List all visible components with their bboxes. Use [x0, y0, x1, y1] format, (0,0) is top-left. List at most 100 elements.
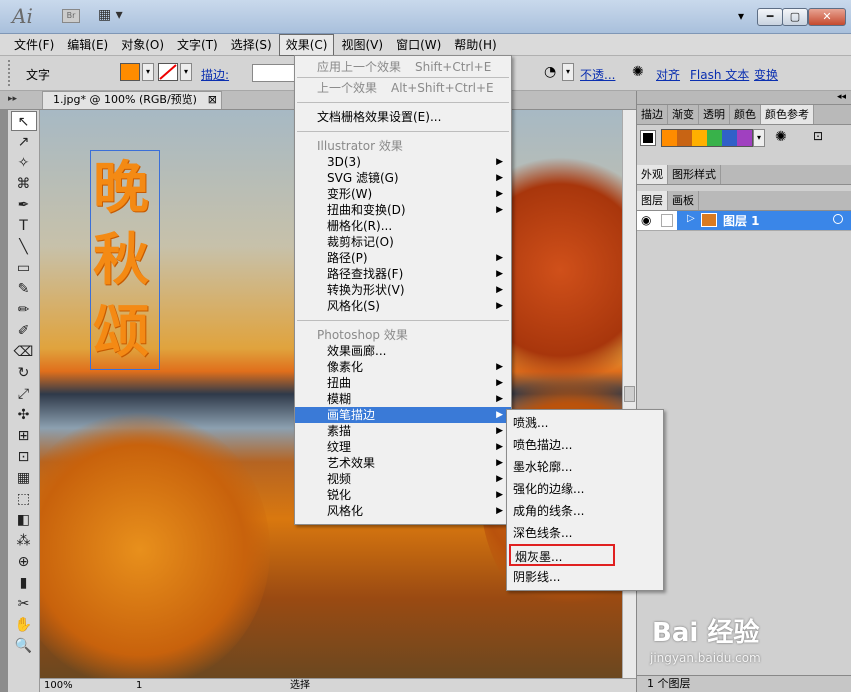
brush-submenu-item-6[interactable]: 烟灰墨...: [509, 544, 615, 566]
brush-submenu-item-1[interactable]: 喷色描边...: [507, 434, 663, 456]
brush-submenu-item-7[interactable]: 阴影线...: [507, 566, 663, 588]
expand-arrow-icon[interactable]: ▷: [687, 213, 695, 224]
menu-photoshop-effect-8[interactable]: 视频 ▶: [295, 471, 511, 487]
save-group-icon[interactable]: ⊡: [813, 129, 823, 143]
close-tab-icon[interactable]: ⊠: [208, 92, 217, 108]
tool-button-9[interactable]: ✏: [11, 300, 37, 320]
vertical-scrollbar[interactable]: [622, 110, 636, 678]
workspace-dropdown-icon[interactable]: ▾: [738, 9, 744, 23]
tool-button-10[interactable]: ✐: [11, 321, 37, 341]
tool-button-6[interactable]: ╲: [11, 237, 37, 257]
brush-submenu-item-3[interactable]: 强化的边缘...: [507, 478, 663, 500]
color-guide-swatch-2[interactable]: [692, 130, 707, 146]
menu-photoshop-effect-5[interactable]: 素描 ▶: [295, 423, 511, 439]
tool-button-4[interactable]: ✒: [11, 195, 37, 215]
scroll-thumb[interactable]: [624, 386, 635, 402]
stroke-label[interactable]: 描边:: [201, 66, 229, 83]
base-color-swatch[interactable]: [640, 130, 656, 146]
tool-button-11[interactable]: ⌫: [11, 342, 37, 362]
tab-transparency[interactable]: 透明: [699, 105, 730, 124]
bridge-button[interactable]: Br: [62, 9, 80, 23]
tool-button-7[interactable]: ▭: [11, 258, 37, 278]
stroke-weight-input[interactable]: [252, 64, 296, 82]
color-guide-swatch-4[interactable]: [722, 130, 737, 146]
color-guide-strip[interactable]: [661, 129, 753, 147]
brush-submenu-item-0[interactable]: 喷溅...: [507, 412, 663, 434]
tab-layers[interactable]: 图层: [637, 191, 668, 210]
visibility-eye-icon[interactable]: ◉: [641, 213, 651, 227]
tool-button-8[interactable]: ✎: [11, 279, 37, 299]
menu-illustrator-effect-8[interactable]: 转换为形状(V) ▶: [295, 282, 511, 298]
fill-swatch[interactable]: [120, 63, 140, 81]
brush-submenu-item-5[interactable]: 深色线条...: [507, 522, 663, 544]
flash-text-link[interactable]: Flash 文本: [690, 66, 749, 83]
restore-button[interactable]: ▢: [782, 8, 808, 26]
tool-button-12[interactable]: ↻: [11, 363, 37, 383]
tab-color[interactable]: 颜色: [730, 105, 761, 124]
menu-effect[interactable]: 效果(C): [278, 33, 335, 56]
workspace-switcher-icon[interactable]: ▦ ▾: [98, 8, 128, 24]
style-icon[interactable]: ◔: [544, 64, 556, 80]
menu-photoshop-effect-2[interactable]: 扭曲 ▶: [295, 375, 511, 391]
tool-button-13[interactable]: ⤢: [11, 384, 37, 404]
tool-button-16[interactable]: ⊡: [11, 447, 37, 467]
tool-button-19[interactable]: ◧: [11, 510, 37, 530]
tool-button-22[interactable]: ▮: [11, 573, 37, 593]
tool-button-20[interactable]: ⁂: [11, 531, 37, 551]
tab-gradient[interactable]: 渐变: [668, 105, 699, 124]
menu-illustrator-effect-3[interactable]: 扭曲和变换(D) ▶: [295, 202, 511, 218]
layer-name[interactable]: 图层 1: [723, 212, 760, 229]
menu-select[interactable]: 选择(S): [225, 35, 278, 55]
tool-button-24[interactable]: ✋: [11, 615, 37, 635]
tab-artboards[interactable]: 画板: [668, 191, 699, 210]
tab-color-guide[interactable]: 颜色参考: [761, 105, 814, 124]
tool-button-23[interactable]: ✂: [11, 594, 37, 614]
opacity-label[interactable]: 不透...: [580, 66, 615, 83]
collapse-panel-icon[interactable]: ▸▸: [8, 94, 17, 104]
tool-button-15[interactable]: ⊞: [11, 426, 37, 446]
text-selection-box[interactable]: 晚 秋 颂: [90, 150, 160, 370]
recolor-icon[interactable]: ✺: [632, 64, 644, 80]
menu-photoshop-effect-3[interactable]: 模糊 ▶: [295, 391, 511, 407]
menu-illustrator-effect-9[interactable]: 风格化(S) ▶: [295, 298, 511, 314]
brush-submenu-item-2[interactable]: 墨水轮廓...: [507, 456, 663, 478]
edit-colors-icon[interactable]: ✺: [775, 129, 787, 145]
close-button[interactable]: ✕: [808, 8, 846, 26]
tab-appearance[interactable]: 外观: [637, 165, 668, 184]
color-guide-swatch-3[interactable]: [707, 130, 722, 146]
tool-button-14[interactable]: ✣: [11, 405, 37, 425]
menu-help[interactable]: 帮助(H): [448, 35, 502, 55]
menu-window[interactable]: 窗口(W): [390, 35, 447, 55]
tool-button-5[interactable]: T: [11, 216, 37, 236]
menu-illustrator-effect-6[interactable]: 路径(P) ▶: [295, 250, 511, 266]
menu-view[interactable]: 视图(V): [335, 35, 389, 55]
menu-illustrator-effect-0[interactable]: 3D(3) ▶: [295, 154, 511, 170]
tool-button-3[interactable]: ⌘: [11, 174, 37, 194]
menu-photoshop-effect-0[interactable]: 效果画廊...: [295, 343, 511, 359]
menu-edit[interactable]: 编辑(E): [61, 35, 114, 55]
tool-button-18[interactable]: ⬚: [11, 489, 37, 509]
transform-link[interactable]: 变换: [754, 66, 778, 83]
tool-button-21[interactable]: ⊕: [11, 552, 37, 572]
menu-file[interactable]: 文件(F): [8, 35, 60, 55]
tool-button-17[interactable]: ▦: [11, 468, 37, 488]
tool-button-0[interactable]: ↖: [10, 111, 37, 131]
menu-object[interactable]: 对象(O): [115, 35, 170, 55]
stroke-dropdown-icon[interactable]: ▾: [180, 63, 192, 81]
color-guide-swatch-5[interactable]: [737, 130, 752, 146]
tab-graphic-styles[interactable]: 图形样式: [668, 165, 721, 184]
style-dropdown-icon[interactable]: ▾: [562, 63, 574, 81]
menu-type[interactable]: 文字(T): [171, 35, 224, 55]
zoom-level[interactable]: 100%: [44, 679, 73, 692]
menu-photoshop-effect-6[interactable]: 纹理 ▶: [295, 439, 511, 455]
layer-row[interactable]: ◉ ▷ 图层 1: [637, 211, 851, 231]
minimize-button[interactable]: ━: [757, 8, 783, 26]
target-circle-icon[interactable]: [833, 214, 843, 224]
tool-button-25[interactable]: 🔍: [11, 636, 37, 656]
color-guide-swatch-0[interactable]: [662, 130, 677, 146]
harmony-dropdown-icon[interactable]: ▾: [753, 129, 765, 147]
tab-stroke[interactable]: 描边: [637, 105, 668, 124]
menu-photoshop-effect-1[interactable]: 像素化 ▶: [295, 359, 511, 375]
menu-photoshop-effect-10[interactable]: 风格化 ▶: [295, 503, 511, 519]
stroke-swatch[interactable]: [158, 63, 178, 81]
